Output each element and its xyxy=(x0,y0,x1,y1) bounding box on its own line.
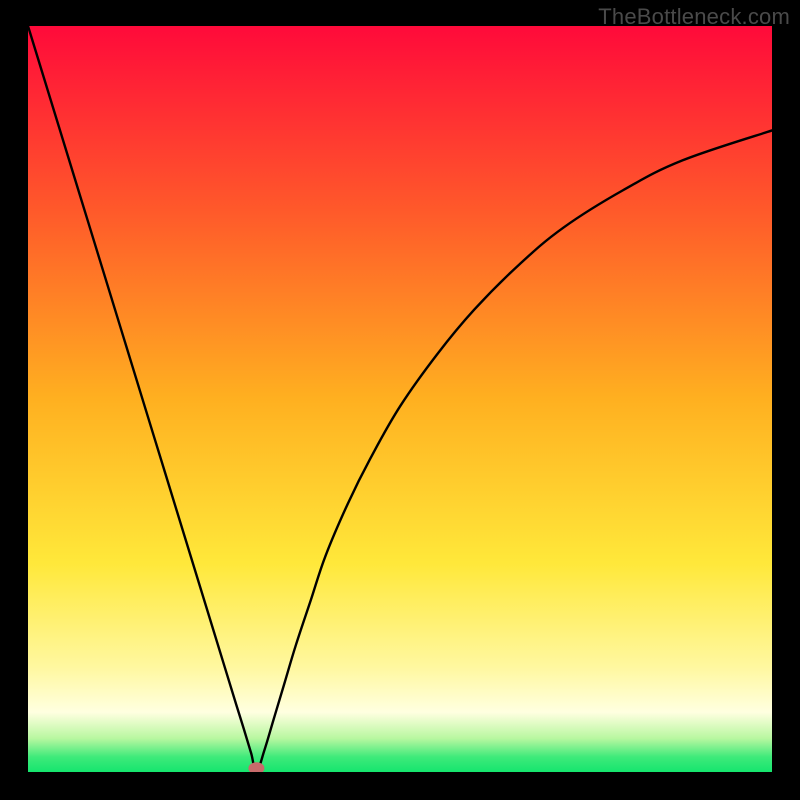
attribution-text: TheBottleneck.com xyxy=(598,4,790,30)
gradient-background xyxy=(28,26,772,772)
plot-area xyxy=(28,26,772,772)
chart-svg xyxy=(28,26,772,772)
chart-frame: TheBottleneck.com xyxy=(0,0,800,800)
